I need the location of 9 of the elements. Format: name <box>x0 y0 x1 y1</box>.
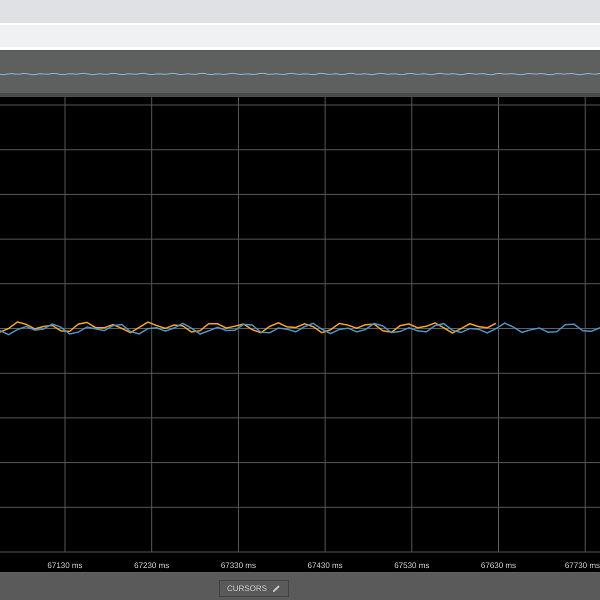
tick-label: 67630 ms <box>480 561 516 570</box>
tick-label: 67530 ms <box>394 561 430 570</box>
pencil-icon <box>272 584 282 592</box>
tick-label: 67230 ms <box>134 561 170 570</box>
tick-label: 67730 ms <box>564 561 600 570</box>
tick-label: 67130 ms <box>47 561 83 570</box>
cursors-button[interactable]: CURSORS <box>219 580 290 596</box>
tick-label: 67430 ms <box>308 561 343 570</box>
tick-label: 67330 ms <box>220 561 256 570</box>
